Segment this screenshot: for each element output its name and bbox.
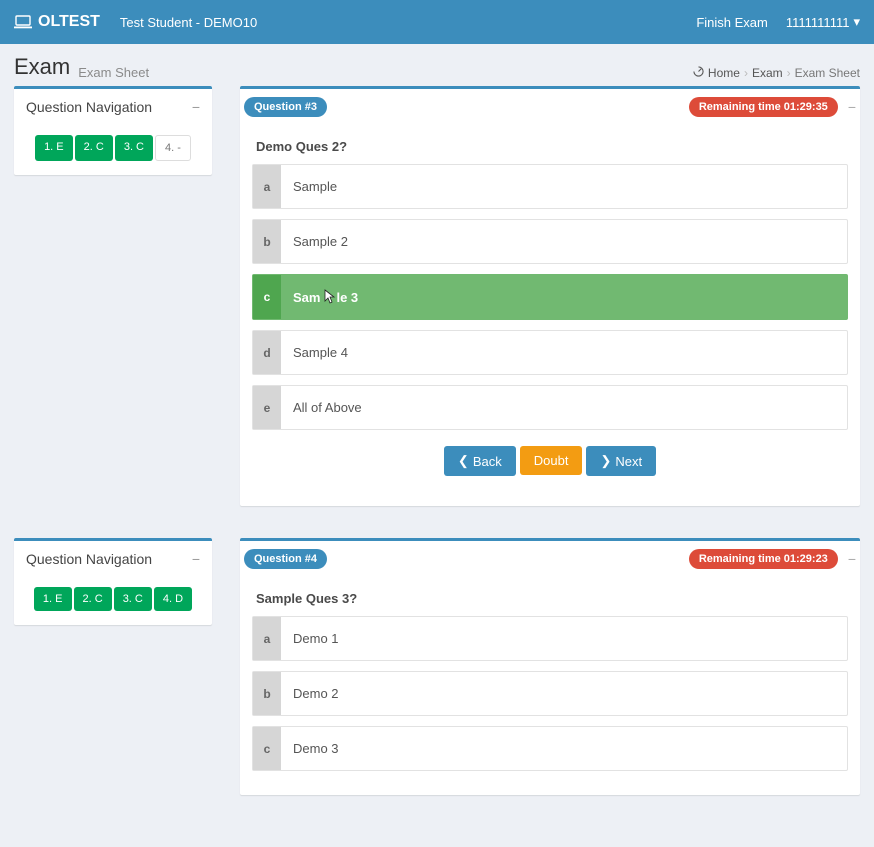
breadcrumb-home[interactable]: Home [708, 66, 740, 80]
remaining-time-tag: Remaining time 01:29:23 [689, 549, 838, 569]
brand-text: OLTEST [38, 13, 100, 31]
option-key: c [253, 727, 281, 770]
nav-pill[interactable]: 4. D [154, 587, 192, 611]
nav-pill[interactable]: 1. E [35, 135, 73, 161]
answer-option[interactable]: cSamle 3 [252, 274, 848, 320]
option-key: b [253, 220, 281, 263]
question-panel: Question #3 Remaining time 01:29:35− Demo … [240, 86, 860, 506]
option-key: d [253, 331, 281, 374]
collapse-button[interactable]: − [192, 552, 200, 566]
answer-option[interactable]: bSample 2 [252, 219, 848, 264]
finish-exam-link[interactable]: Finish Exam [696, 15, 768, 30]
answer-option[interactable]: bDemo 2 [252, 671, 848, 716]
breadcrumb-exam[interactable]: Exam [752, 66, 783, 80]
answer-option[interactable]: eAll of Above [252, 385, 848, 430]
option-key: a [253, 165, 281, 208]
breadcrumb-leaf: Exam Sheet [795, 66, 860, 80]
option-value: Demo 1 [281, 617, 847, 660]
option-value: Sample [281, 165, 847, 208]
laptop-icon [14, 15, 32, 29]
option-value: Sample 2 [281, 220, 847, 263]
option-value: Demo 3 [281, 727, 847, 770]
question-text: Sample Ques 3? [252, 589, 848, 616]
option-key: a [253, 617, 281, 660]
option-key: c [253, 275, 281, 319]
user-id: 1111111111 [786, 15, 850, 30]
student-name: Test Student - DEMO10 [120, 15, 257, 30]
question-number-tag: Question #3 [244, 97, 327, 117]
nav-pill[interactable]: 2. C [75, 135, 113, 161]
dashboard-icon [693, 66, 704, 80]
nav-pill[interactable]: 4. - [155, 135, 191, 161]
back-button[interactable]: ❮Back [444, 446, 516, 476]
nav-pill[interactable]: 2. C [74, 587, 112, 611]
answer-option[interactable]: dSample 4 [252, 330, 848, 375]
question-nav-panel: Question Navigation − 1. E2. C3. C4. D [14, 538, 212, 625]
question-nav-title: Question Navigation [26, 99, 152, 115]
option-key: e [253, 386, 281, 429]
answer-option[interactable]: aDemo 1 [252, 616, 848, 661]
option-value: Sample 4 [281, 331, 847, 374]
nav-pill[interactable]: 3. C [115, 135, 153, 161]
answer-option[interactable]: cDemo 3 [252, 726, 848, 771]
option-value: Demo 2 [281, 672, 847, 715]
question-nav-panel: Question Navigation − 1. E2. C3. C4. - [14, 86, 212, 175]
collapse-button[interactable]: − [848, 551, 856, 567]
next-button[interactable]: ❯Next [586, 446, 656, 476]
page-subtitle: Exam Sheet [78, 65, 149, 80]
page-header: Exam Exam Sheet Home › Exam › Exam Sheet [0, 44, 874, 86]
question-number-tag: Question #4 [244, 549, 327, 569]
question-text: Demo Ques 2? [252, 137, 848, 164]
user-menu[interactable]: 1111111111 ▾ [786, 14, 860, 30]
remaining-time-tag: Remaining time 01:29:35 [689, 97, 838, 117]
nav-pill[interactable]: 3. C [114, 587, 152, 611]
brand[interactable]: OLTEST [14, 13, 100, 31]
question-actions: ❮BackDoubt❯Next [252, 440, 848, 492]
topbar: OLTEST Test Student - DEMO10 Finish Exam… [0, 0, 874, 44]
page-title: Exam [14, 54, 70, 80]
caret-down-icon: ▾ [853, 14, 860, 30]
chevron-right-icon: ❯ [600, 453, 611, 469]
collapse-button[interactable]: − [848, 99, 856, 115]
nav-pill[interactable]: 1. E [34, 587, 72, 611]
question-nav-title: Question Navigation [26, 551, 152, 567]
breadcrumb: Home › Exam › Exam Sheet [693, 66, 860, 80]
cursor-icon [322, 289, 336, 305]
doubt-button[interactable]: Doubt [520, 446, 583, 475]
option-value: All of Above [281, 386, 847, 429]
option-value: Samle 3 [281, 275, 847, 319]
answer-option[interactable]: aSample [252, 164, 848, 209]
chevron-left-icon: ❮ [458, 453, 469, 469]
collapse-button[interactable]: − [192, 100, 200, 114]
option-key: b [253, 672, 281, 715]
